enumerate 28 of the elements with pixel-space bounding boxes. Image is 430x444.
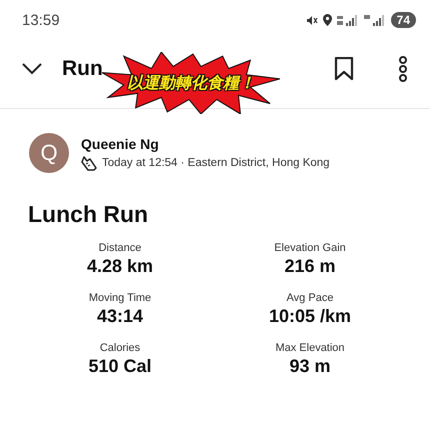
stat-label: Elevation Gain	[274, 242, 346, 254]
signal-icon	[336, 14, 359, 26]
bookmark-icon[interactable]	[334, 57, 354, 81]
stat-label: Moving Time	[88, 292, 152, 304]
stat-value: 4.28 km	[86, 256, 154, 277]
stat-value: 43:14	[96, 306, 144, 327]
stat-label: Calories	[100, 342, 140, 354]
stat-label: Distance	[98, 242, 142, 254]
stat-label: Max Elevation	[275, 342, 345, 354]
location-icon	[322, 14, 332, 26]
athlete-name[interactable]: Queenie Ng	[81, 136, 330, 152]
mute-icon	[306, 14, 318, 26]
avatar[interactable]: Q	[29, 133, 69, 173]
stat-value: 510 Cal	[88, 356, 152, 377]
status-time: 13:59	[22, 12, 60, 28]
sticker: 以運動轉化食糧！	[102, 52, 280, 114]
activity-meta: Today at 12:54 · Eastern District, Hong Kong	[102, 157, 330, 169]
page-title: Run	[62, 57, 103, 81]
signal-icon	[364, 14, 386, 26]
stat-value: 10:05 /km	[268, 306, 352, 327]
battery-level: 74	[390, 12, 416, 28]
stat-value: 93 m	[289, 356, 331, 377]
chevron-down-icon[interactable]	[22, 63, 42, 75]
stat-label: Avg Pace	[286, 292, 334, 304]
activity-title: Lunch Run	[28, 201, 150, 228]
stat-value: 216 m	[284, 256, 336, 277]
more-icon[interactable]	[398, 56, 408, 82]
shoe-icon	[81, 156, 97, 170]
